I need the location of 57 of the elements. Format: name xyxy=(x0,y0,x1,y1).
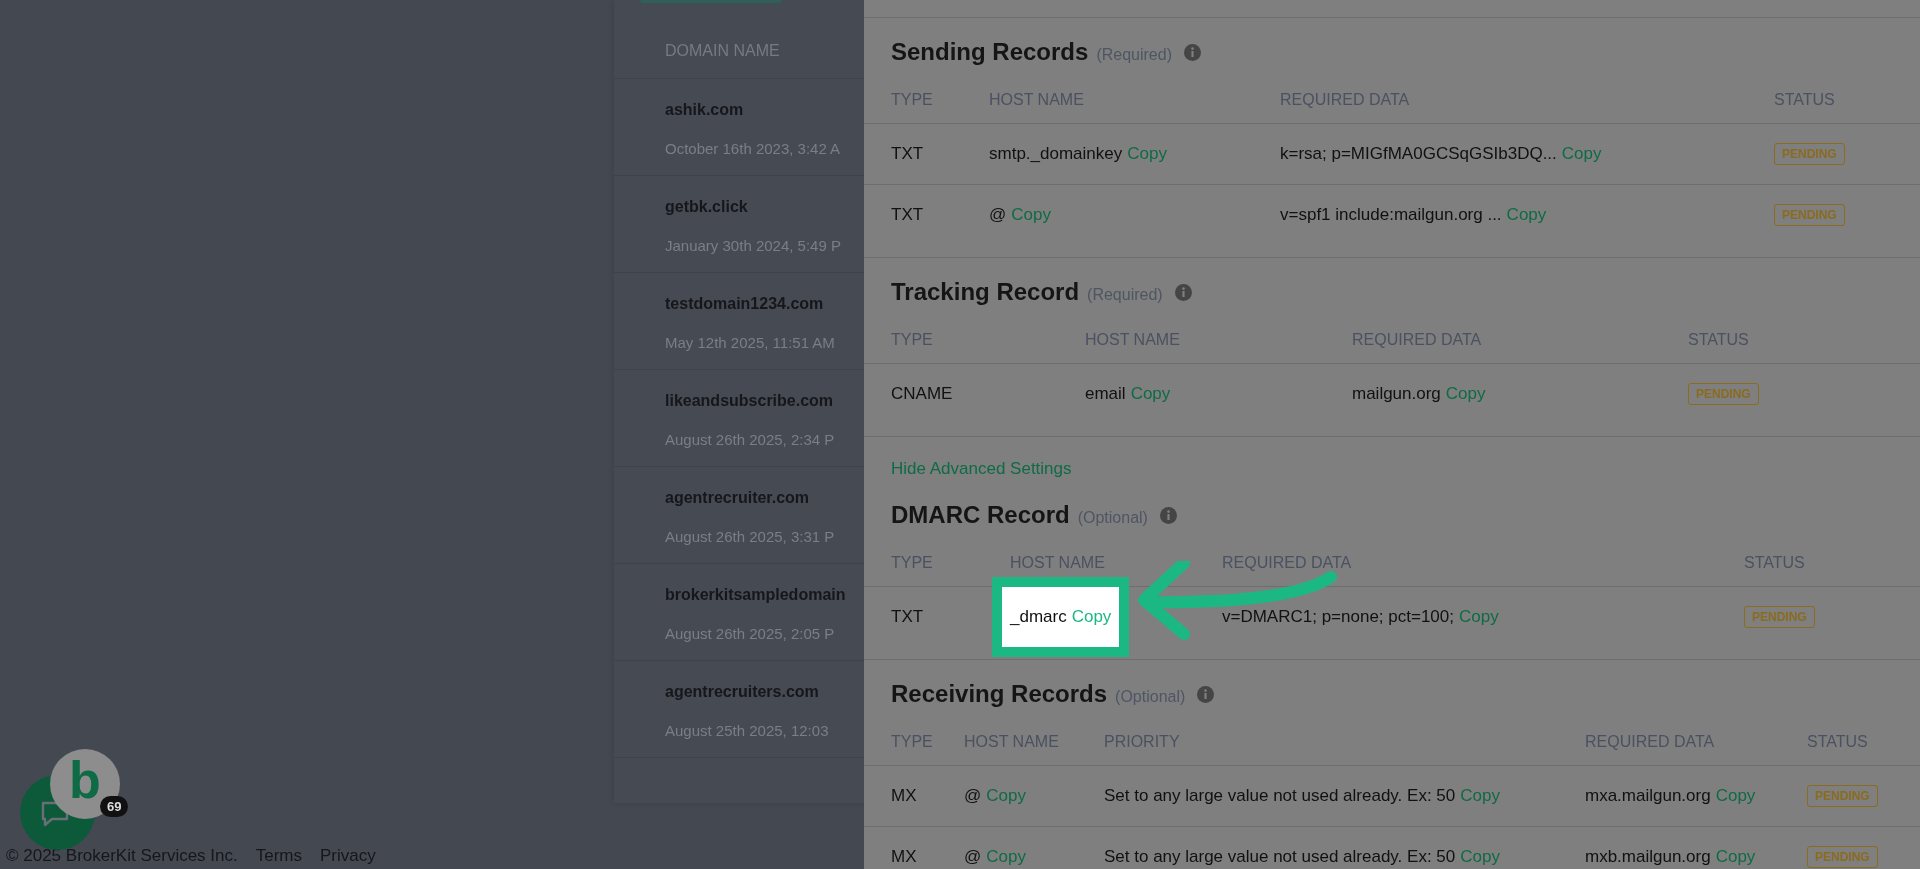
record-value: smtp._domainkey xyxy=(989,144,1123,164)
record-type: CNAME xyxy=(891,384,953,404)
status-badge: PENDING xyxy=(1744,606,1815,628)
hide-advanced-settings-link[interactable]: Hide Advanced Settings xyxy=(891,457,1920,481)
status-badge: PENDING xyxy=(1807,846,1878,868)
copy-link[interactable]: Copy xyxy=(1127,144,1167,164)
info-icon[interactable] xyxy=(1183,43,1201,61)
status-badge: PENDING xyxy=(1774,204,1845,226)
copy-link[interactable]: Copy xyxy=(1460,786,1500,806)
status-badge: PENDING xyxy=(1774,143,1845,165)
record-value: mailgun.org xyxy=(1352,384,1441,404)
record-value: Set to any large value not used already. Ex: 50 xyxy=(1104,786,1456,806)
copy-link[interactable]: Copy xyxy=(986,847,1026,867)
section-title: Tracking Record xyxy=(891,278,1080,306)
info-icon[interactable] xyxy=(1197,685,1215,703)
copy-link[interactable]: Copy xyxy=(1715,847,1756,867)
status-badge: PENDING xyxy=(1688,383,1759,405)
copy-link[interactable]: Copy xyxy=(1445,384,1486,404)
copy-link[interactable]: Copy xyxy=(1130,384,1171,404)
domain-name[interactable]: getbk.click xyxy=(665,198,864,216)
record-type: MX xyxy=(891,786,917,806)
info-icon[interactable] xyxy=(1174,283,1192,301)
copy-link[interactable]: Copy xyxy=(986,786,1026,806)
status-badge: PENDING xyxy=(1807,785,1878,807)
section-title: Sending Records xyxy=(891,38,1089,66)
copy-link[interactable]: Copy xyxy=(1459,607,1499,627)
domain-name[interactable]: likeandsubscribe.com xyxy=(665,392,864,410)
record-type: TXT xyxy=(891,607,924,627)
record-value: _dmarc xyxy=(1010,607,1067,627)
domain-name[interactable]: brokerkitsampledomain xyxy=(665,586,864,604)
record-value: mxa.mailgun.org xyxy=(1585,786,1711,806)
domain-name[interactable]: agentrecruiters.com xyxy=(665,683,864,701)
copy-link[interactable]: Copy xyxy=(1011,205,1051,225)
record-value: @ xyxy=(964,847,982,867)
domain-name[interactable]: testdomain1234.com xyxy=(665,295,864,313)
copy-link[interactable]: Copy xyxy=(1715,786,1756,806)
copy-link[interactable]: Copy xyxy=(1071,607,1112,627)
record-value: v=spf1 include:mailgun.org ... xyxy=(1280,205,1502,225)
record-value: Set to any large value not used already. Ex: 50 xyxy=(1104,847,1456,867)
info-icon[interactable] xyxy=(1159,506,1177,524)
record-value: mxb.mailgun.org xyxy=(1585,847,1711,867)
record-value: email xyxy=(1085,384,1126,404)
notification-badge: 69 xyxy=(100,796,129,817)
record-value: k=rsa; p=MIGfMA0GCSqGSIb3DQ... xyxy=(1280,144,1557,164)
copy-link[interactable]: Copy xyxy=(1460,847,1500,867)
record-value: @ xyxy=(989,205,1007,225)
section-title: DMARC Record xyxy=(891,501,1070,529)
section-title: Receiving Records xyxy=(891,680,1108,708)
domain-name[interactable]: agentrecruiter.com xyxy=(665,489,864,507)
record-value: v=DMARC1; p=none; pct=100; xyxy=(1222,607,1454,627)
record-type: TXT xyxy=(891,205,924,225)
domain-name[interactable]: ashik.com xyxy=(665,101,864,119)
copy-link[interactable]: Copy xyxy=(1561,144,1602,164)
record-value: @ xyxy=(964,786,982,806)
copy-link[interactable]: Copy xyxy=(1506,205,1547,225)
record-type: MX xyxy=(891,847,917,867)
record-type: TXT xyxy=(891,144,924,164)
